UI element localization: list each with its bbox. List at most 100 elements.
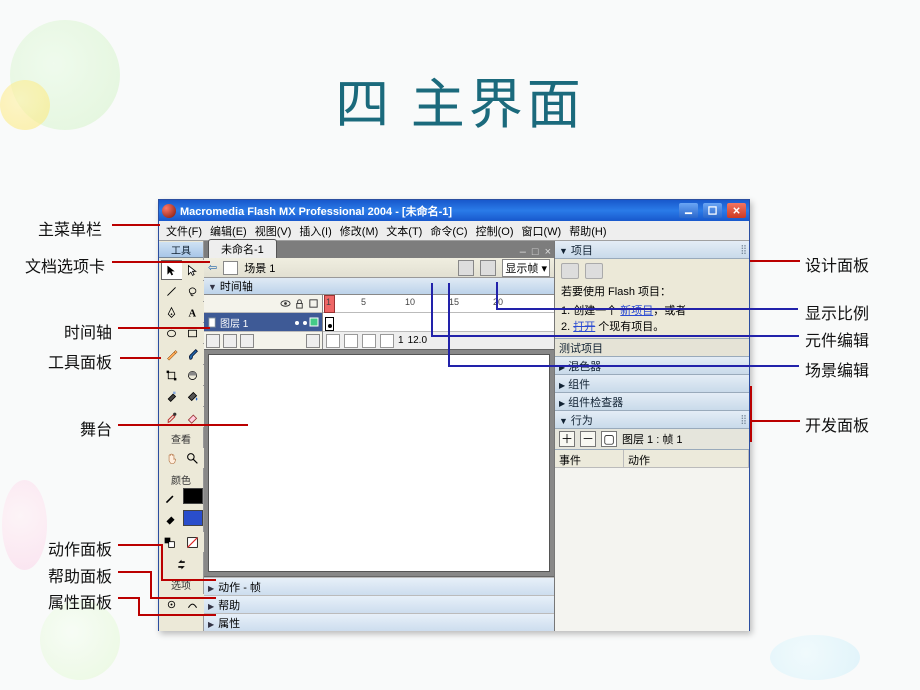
project-line1: 1. 创建一个 新项目，或者 (561, 302, 743, 318)
close-button[interactable] (727, 203, 746, 218)
stroke-swatch[interactable] (160, 488, 182, 508)
menu-file[interactable]: 文件(F) (163, 223, 205, 239)
timeline-ruler[interactable]: 1 5 10 15 20 (323, 295, 554, 313)
label-timeline: 时间轴 (64, 319, 112, 343)
new-project-link[interactable]: 新项目 (620, 305, 653, 317)
tools-color-label: 颜色 (159, 472, 203, 487)
project-title: 项目 (559, 242, 593, 258)
add-folder-button[interactable] (240, 334, 254, 348)
test-project-bar[interactable]: 测试项目 (555, 339, 749, 357)
behavior-title: 行为 (559, 412, 593, 428)
tool-filltrans[interactable] (182, 365, 204, 385)
help-panel-bar[interactable]: 帮助 (204, 595, 554, 613)
remove-behavior-button[interactable]: － (580, 431, 596, 447)
doc-min[interactable]: – (517, 246, 529, 258)
edit-symbol-icon[interactable] (480, 260, 496, 276)
components-panel-bar[interactable]: 组件 (555, 375, 749, 393)
onion-icon[interactable] (344, 334, 358, 348)
inspector-panel-bar[interactable]: 组件检查器 (555, 393, 749, 411)
menu-insert[interactable]: 插入(I) (296, 223, 334, 239)
project-icon-2[interactable] (585, 263, 603, 279)
tool-line[interactable] (161, 281, 183, 301)
label-stage: 舞台 (80, 416, 112, 440)
add-behavior-button[interactable]: ＋ (559, 431, 575, 447)
fill-color[interactable] (183, 510, 203, 526)
fill-swatch[interactable] (160, 510, 182, 530)
menu-text[interactable]: 文本(T) (383, 223, 425, 239)
project-icon-1[interactable] (561, 263, 579, 279)
stage[interactable] (208, 354, 550, 572)
edit-multi-icon[interactable] (380, 334, 394, 348)
zoom-select[interactable]: 显示帧 ▾ (502, 259, 550, 277)
no-color-icon[interactable] (182, 532, 204, 552)
tool-oval[interactable] (161, 323, 183, 343)
doc-tab-1[interactable]: 未命名-1 (208, 239, 277, 258)
label-properties-panel: 属性面板 (48, 589, 112, 613)
menu-help[interactable]: 帮助(H) (566, 223, 609, 239)
delete-layer-button[interactable] (306, 334, 320, 348)
tool-brush[interactable] (182, 344, 204, 364)
doc-tabs: 未命名-1 – □ × (204, 241, 554, 258)
properties-panel-bar[interactable]: 属性 (204, 613, 554, 631)
tool-inkbottle[interactable] (161, 386, 183, 406)
behavior-col-event[interactable]: 事件 (555, 450, 624, 467)
onion-outline-icon[interactable] (362, 334, 376, 348)
minimize-button[interactable] (679, 203, 698, 218)
tool-lasso[interactable] (182, 281, 204, 301)
doc-max[interactable]: □ (529, 246, 542, 258)
title-bar[interactable]: Macromedia Flash MX Professional 2004 - … (159, 200, 749, 221)
lock-icon[interactable] (294, 298, 305, 309)
timeline: 图层 1 1 5 (204, 295, 554, 350)
project-panel-header[interactable]: 项目 ⣿ (555, 241, 749, 259)
behavior-col-action[interactable]: 动作 (624, 450, 749, 467)
tool-zoom[interactable] (182, 448, 204, 468)
label-zoom: 显示比例 (805, 300, 869, 324)
label-tools-panel: 工具面板 (48, 349, 112, 373)
tool-hand[interactable] (161, 448, 183, 468)
layer-1-row[interactable]: 图层 1 (204, 313, 322, 331)
frames-area[interactable] (323, 313, 554, 331)
doc-close[interactable]: × (542, 246, 554, 258)
tool-text[interactable]: A (182, 302, 204, 322)
menu-window[interactable]: 窗口(W) (519, 223, 565, 239)
open-project-link[interactable]: 打开 (573, 321, 595, 333)
tools-panel: 工具 A 查看 (159, 241, 204, 631)
edit-scene-icon[interactable] (458, 260, 474, 276)
swap-colors-icon[interactable] (170, 554, 192, 574)
maximize-button[interactable] (703, 203, 722, 218)
layer-outline-box (309, 317, 319, 327)
tool-freetrans[interactable] (161, 365, 183, 385)
stroke-color[interactable] (183, 488, 203, 504)
tool-paintbucket[interactable] (182, 386, 204, 406)
eye-icon[interactable] (280, 298, 291, 309)
timeline-header[interactable]: 时间轴 (204, 278, 554, 295)
current-frame: 1 (398, 335, 404, 346)
add-layer-button[interactable] (206, 334, 220, 348)
label-main-menu: 主菜单栏 (38, 216, 102, 240)
scene-bar: ⇦ 场景 1 显示帧 ▾ (204, 258, 554, 278)
menu-modify[interactable]: 修改(M) (337, 223, 382, 239)
add-guide-layer-button[interactable] (223, 334, 237, 348)
menu-commands[interactable]: 命令(C) (427, 223, 470, 239)
tool-pen[interactable] (161, 302, 183, 322)
menu-control[interactable]: 控制(O) (473, 223, 517, 239)
behavior-menu-icon[interactable]: ⣿ (740, 414, 745, 425)
properties-label: 属性 (208, 615, 240, 631)
tool-pencil[interactable] (161, 344, 183, 364)
tool-subselect[interactable] (182, 260, 204, 280)
panel-menu-icon[interactable]: ⣿ (740, 244, 745, 255)
outline-icon[interactable] (308, 298, 319, 309)
right-panels: 项目 ⣿ 若要使用 Flash 项目： 1. 创建一个 新项目，或者 2. 打开… (554, 241, 749, 631)
tool-rect[interactable] (182, 323, 204, 343)
menu-view[interactable]: 视图(V) (252, 223, 295, 239)
menu-edit[interactable]: 编辑(E) (207, 223, 250, 239)
behavior-panel-header[interactable]: 行为 ⣿ (555, 411, 749, 429)
keyframe-1[interactable] (325, 317, 334, 331)
scene-name[interactable]: 场景 1 (244, 260, 275, 276)
actions-panel-bar[interactable]: 动作 - 帧 (204, 577, 554, 595)
menu-bar[interactable]: 文件(F) 编辑(E) 视图(V) 插入(I) 修改(M) 文本(T) 命令(C… (159, 221, 749, 241)
behavior-toolbar: ＋ － ▢ 图层 1 : 帧 1 (555, 429, 749, 450)
center-frame-icon[interactable] (326, 334, 340, 348)
tool-arrow[interactable] (161, 260, 183, 280)
timeline-label: 时间轴 (208, 278, 253, 294)
